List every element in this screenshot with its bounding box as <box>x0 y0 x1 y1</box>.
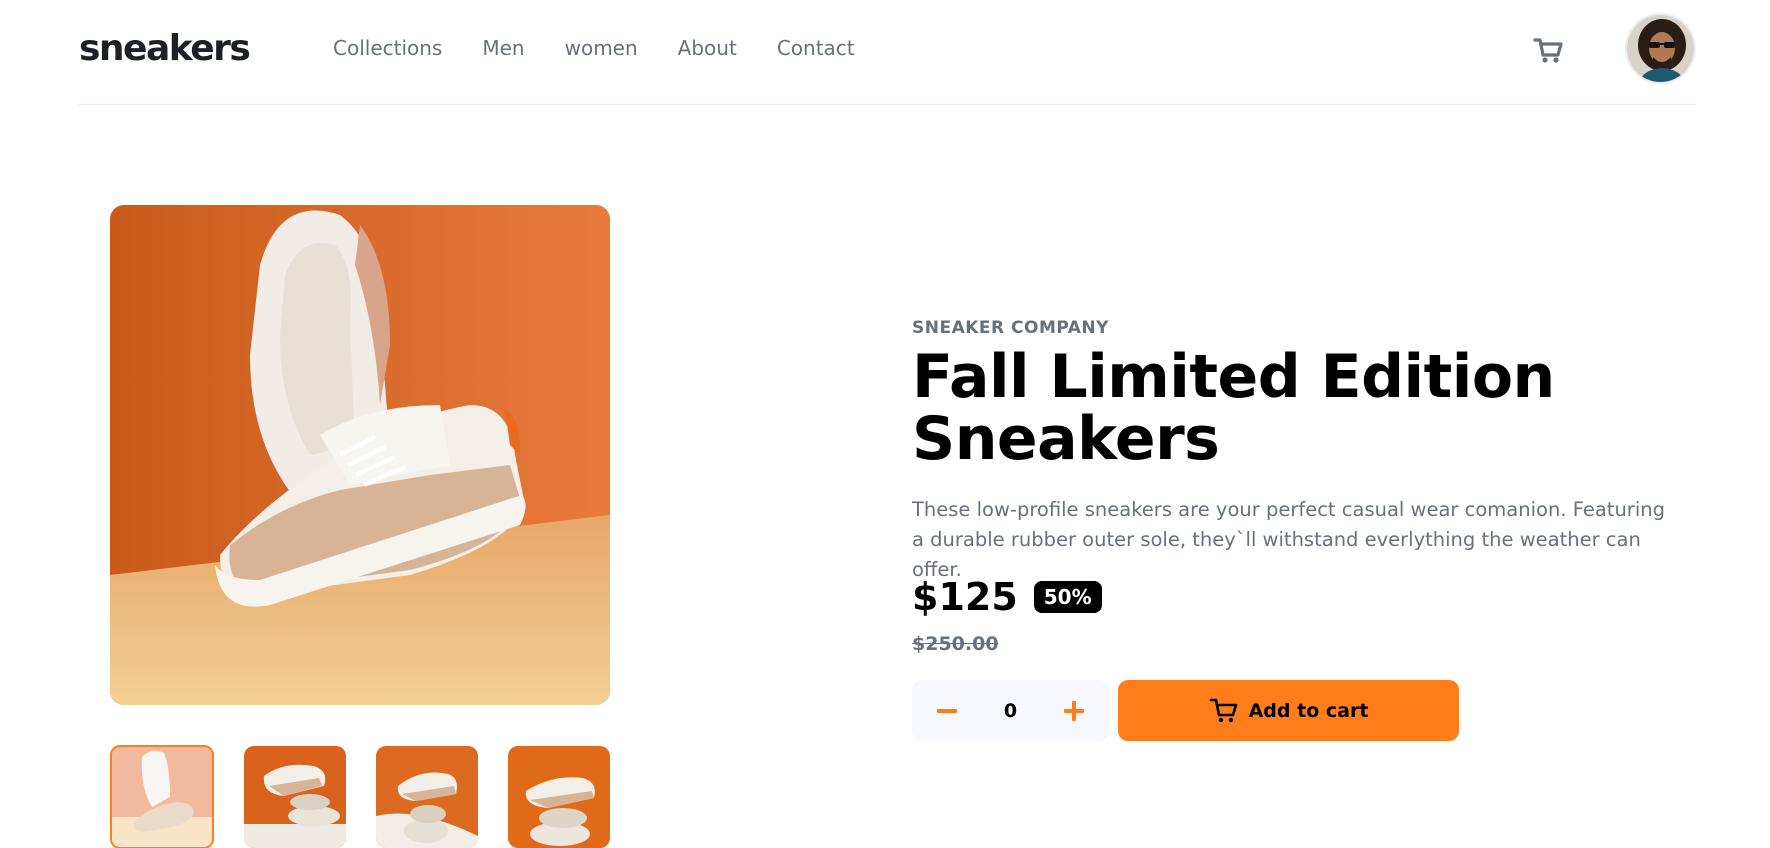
brand-logo[interactable]: sneakers <box>79 28 251 69</box>
quantity-stepper: 0 <box>912 680 1109 741</box>
price-row: $125 50% <box>912 575 1102 619</box>
sneaker-thumb-3 <box>376 746 478 848</box>
add-to-cart-label: Add to cart <box>1248 699 1369 722</box>
cart-icon <box>1209 698 1237 722</box>
nav-item-contact[interactable]: Contact <box>777 36 855 60</box>
add-to-cart-button[interactable]: Add to cart <box>1118 680 1459 741</box>
cart-button[interactable] <box>1531 33 1565 67</box>
thumbnail-list <box>110 745 610 848</box>
user-avatar-icon <box>1627 15 1694 82</box>
sneaker-thumb-4 <box>508 746 610 848</box>
nav-item-collections[interactable]: Collections <box>333 36 442 60</box>
main-nav: Collections Men women About Contact <box>333 36 855 60</box>
thumbnail-1[interactable] <box>110 745 214 848</box>
product-main-image[interactable] <box>110 205 610 705</box>
decrease-quantity-button[interactable] <box>932 696 962 726</box>
current-price: $125 <box>912 575 1018 619</box>
sneaker-image <box>110 205 610 705</box>
minus-icon <box>937 708 957 713</box>
sneaker-thumb-1 <box>112 747 212 847</box>
plus-icon <box>1063 700 1084 721</box>
nav-item-women[interactable]: women <box>565 36 638 60</box>
avatar[interactable] <box>1625 13 1696 84</box>
quantity-value: 0 <box>1003 699 1018 722</box>
site-header: sneakers Collections Men women About Con… <box>79 0 1696 105</box>
nav-item-men[interactable]: Men <box>482 36 524 60</box>
original-price: $250.00 <box>912 633 999 655</box>
product-title: Fall Limited Edition Sneakers <box>912 342 1555 474</box>
nav-item-about[interactable]: About <box>678 36 737 60</box>
product-description: These low-profile sneakers are your perf… <box>912 498 1665 581</box>
thumbnail-3[interactable] <box>376 746 478 848</box>
thumbnail-4[interactable] <box>508 746 610 848</box>
thumbnail-2[interactable] <box>244 746 346 848</box>
discount-badge: 50% <box>1033 581 1102 613</box>
increase-quantity-button[interactable] <box>1059 696 1089 726</box>
sneaker-thumb-2 <box>244 746 346 848</box>
company-name: SNEAKER COMPANY <box>912 318 1109 338</box>
cart-icon <box>1533 38 1563 63</box>
